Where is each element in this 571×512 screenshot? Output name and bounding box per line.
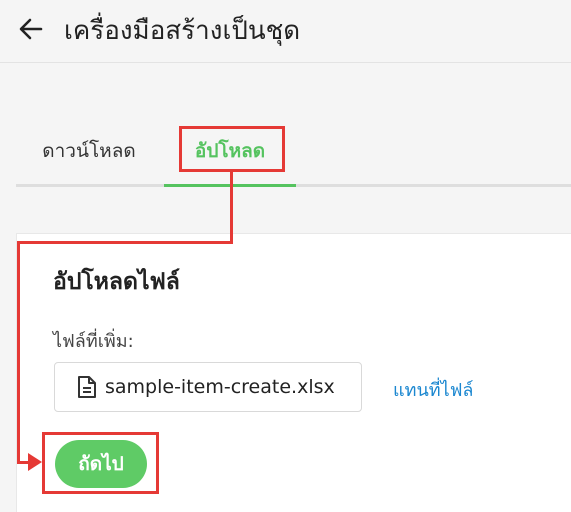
annotation-line: [17, 241, 20, 464]
annotation-box-next-button: [42, 432, 159, 494]
tab-bar: ดาวน์โหลด อัปโหลด: [16, 118, 571, 187]
annotation-box-upload-tab: [179, 126, 285, 172]
arrow-left-icon: [18, 16, 44, 46]
page-header: เครื่องมือสร้างเป็นชุด: [0, 0, 571, 63]
tab-download[interactable]: ดาวน์โหลด: [30, 118, 148, 184]
replace-file-link[interactable]: แทนที่ไฟล์: [393, 375, 473, 404]
annotation-arrow-icon: [28, 453, 42, 471]
back-button[interactable]: [16, 14, 46, 48]
document-icon: [77, 375, 97, 399]
annotation-line: [230, 171, 233, 243]
annotation-line: [17, 241, 233, 244]
file-chip: sample-item-create.xlsx: [54, 362, 362, 412]
file-name: sample-item-create.xlsx: [105, 376, 335, 398]
upload-title: อัปโหลดไฟล์: [53, 269, 180, 295]
added-file-label: ไฟล์ที่เพิ่ม:: [53, 331, 134, 352]
page: เครื่องมือสร้างเป็นชุด ดาวน์โหลด อัปโหลด…: [0, 0, 571, 512]
page-title: เครื่องมือสร้างเป็นชุด: [64, 16, 301, 46]
